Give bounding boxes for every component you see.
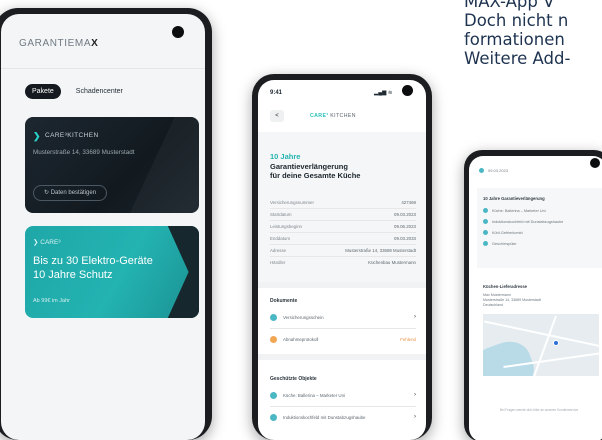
promo-card-electronics[interactable]: ❯ CARE³ Bis zu 30 Elektro-Geräte 10 Jahr… <box>25 226 199 318</box>
chevron-right-icon: › <box>414 414 416 420</box>
row-divider <box>270 208 416 209</box>
card-address: Musterstraße 14, 33689 Musterstadt <box>33 149 135 156</box>
card-title: CARE³KITCHEN <box>45 132 99 139</box>
chevron-right-icon: › <box>414 392 416 398</box>
documents-heading: Dokumente <box>270 298 298 304</box>
phone-detail: 9:41 ▂▄▆ ≋ < CARE³ KITCHEN 10 Jahre Gara… <box>252 74 432 440</box>
promo-line-1: MAX-App V <box>464 0 555 11</box>
object-icon <box>270 391 277 399</box>
chevron-right-icon: ❯ <box>33 131 41 141</box>
address-heading: Küchen-Lieferadresse <box>483 284 527 289</box>
header-divider <box>1 68 205 69</box>
card-headline: Bis zu 30 Elektro-Geräte 10 Jahre Schutz <box>33 255 153 281</box>
tab-schadencenter[interactable]: Schadencenter <box>69 84 130 99</box>
back-button[interactable]: < <box>270 110 284 122</box>
duration-label: 10 Jahre <box>270 152 301 161</box>
signal-icon: ▂▄▆ ≋ <box>374 90 393 96</box>
detail-headline: Garantieverlängerung für deine Gesamte K… <box>270 162 361 180</box>
promo-text: MAX-App V Doch nicht n formationen Weite… <box>464 0 602 68</box>
card-brand: ❯ CARE³ <box>33 239 61 246</box>
phone-main-screen: GARANTIEMAX Pakete Schadencenter ❯ CARE³… <box>1 14 205 440</box>
package-card-kitchen[interactable]: ❯ CARE³KITCHEN Musterstraße 14, 33689 Mu… <box>25 117 199 213</box>
check-icon <box>483 219 488 224</box>
card-price: Ab 99€ im Jahr <box>33 298 70 304</box>
camera-icon <box>402 85 413 96</box>
promo-line-4: Weitere Add- <box>464 49 571 68</box>
check-icon <box>483 230 488 235</box>
covered-item[interactable]: Geschirrspüler <box>483 241 517 246</box>
footer-note: Bei Fragen wende dich bitte an unseren K… <box>499 408 579 412</box>
promo-line-2: Doch nicht n <box>464 11 569 30</box>
check-icon <box>483 241 488 246</box>
coverage-title: 10 Jahre Garantieverlängerung <box>483 196 545 201</box>
detail-row: Enddatum 09.03.2033 <box>270 236 416 241</box>
document-item[interactable]: Abnahmeprotokoll Fehlend <box>270 332 416 346</box>
screen-header: 09.03.2023 <box>479 168 508 174</box>
object-icon <box>270 413 277 421</box>
section-divider <box>258 282 426 288</box>
tab-bar: Pakete Schadencenter <box>25 84 130 99</box>
row-divider <box>270 328 416 329</box>
nav-title: CARE³ KITCHEN <box>310 113 356 119</box>
covered-item[interactable]: Kühl-Gefrierkombi <box>483 230 523 235</box>
warning-icon <box>270 335 277 343</box>
card-decoration <box>167 226 199 318</box>
phone-address-screen: 09.03.2023 10 Jahre Garantieverlängerung… <box>469 156 602 440</box>
confirm-data-label: Daten bestätigen <box>50 190 97 196</box>
row-divider <box>270 256 416 257</box>
object-item[interactable]: Induktionskochfeld mit Dunstabzugshaube … <box>270 410 416 424</box>
camera-icon <box>590 158 600 168</box>
detail-row: Adresse Musterstraße 14, 33689 Musterstad… <box>270 248 416 253</box>
calendar-icon <box>479 168 484 174</box>
map-water <box>483 335 540 376</box>
phone-address: 09.03.2023 10 Jahre Garantieverlängerung… <box>464 150 602 440</box>
covered-item[interactable]: Küche: Ballerina – Marketer Uni <box>483 208 546 213</box>
check-icon <box>483 208 488 213</box>
row-divider <box>270 232 416 233</box>
missing-badge: Fehlend <box>400 336 416 342</box>
section-divider <box>258 354 426 360</box>
detail-row: Versicherungsnummer 427469 <box>270 200 416 205</box>
promo-line-3: formationen <box>464 30 565 49</box>
objects-heading: Geschützte Objekte <box>270 376 317 382</box>
location-map[interactable] <box>483 314 599 376</box>
detail-row: Startdatum 09.03.2023 <box>270 212 416 217</box>
row-divider <box>270 406 416 407</box>
document-icon <box>270 313 277 321</box>
delivery-address: Max Mustermann Musterstraße 14, 33689 Mu… <box>483 293 541 307</box>
tab-pakete[interactable]: Pakete <box>25 84 61 99</box>
row-divider <box>270 244 416 245</box>
detail-row: Händler Küchenbau Mustermann <box>270 260 416 265</box>
refresh-icon: ↻ <box>44 190 51 196</box>
phone-main: GARANTIEMAX Pakete Schadencenter ❯ CARE³… <box>0 8 212 440</box>
row-divider <box>270 220 416 221</box>
card-decoration <box>118 117 199 213</box>
covered-item[interactable]: Induktionskochfeld mit Dunstabzugshaube <box>483 219 563 224</box>
app-logo: GARANTIEMAX <box>19 38 99 49</box>
chevron-right-icon: › <box>414 314 416 320</box>
confirm-data-button[interactable]: ↻ Daten bestätigen <box>33 185 108 201</box>
phone-detail-screen: 9:41 ▂▄▆ ≋ < CARE³ KITCHEN 10 Jahre Gara… <box>258 80 426 440</box>
detail-row: Leistungsbeginn 09.06.2023 <box>270 224 416 229</box>
map-pin-icon <box>553 340 559 346</box>
map-road <box>531 315 557 376</box>
status-time: 9:41 <box>270 90 283 96</box>
camera-icon <box>172 26 184 38</box>
object-item[interactable]: Küche: Ballerina – Marketer Uni › <box>270 388 416 402</box>
document-item[interactable]: Versicherungsschein › <box>270 310 416 324</box>
